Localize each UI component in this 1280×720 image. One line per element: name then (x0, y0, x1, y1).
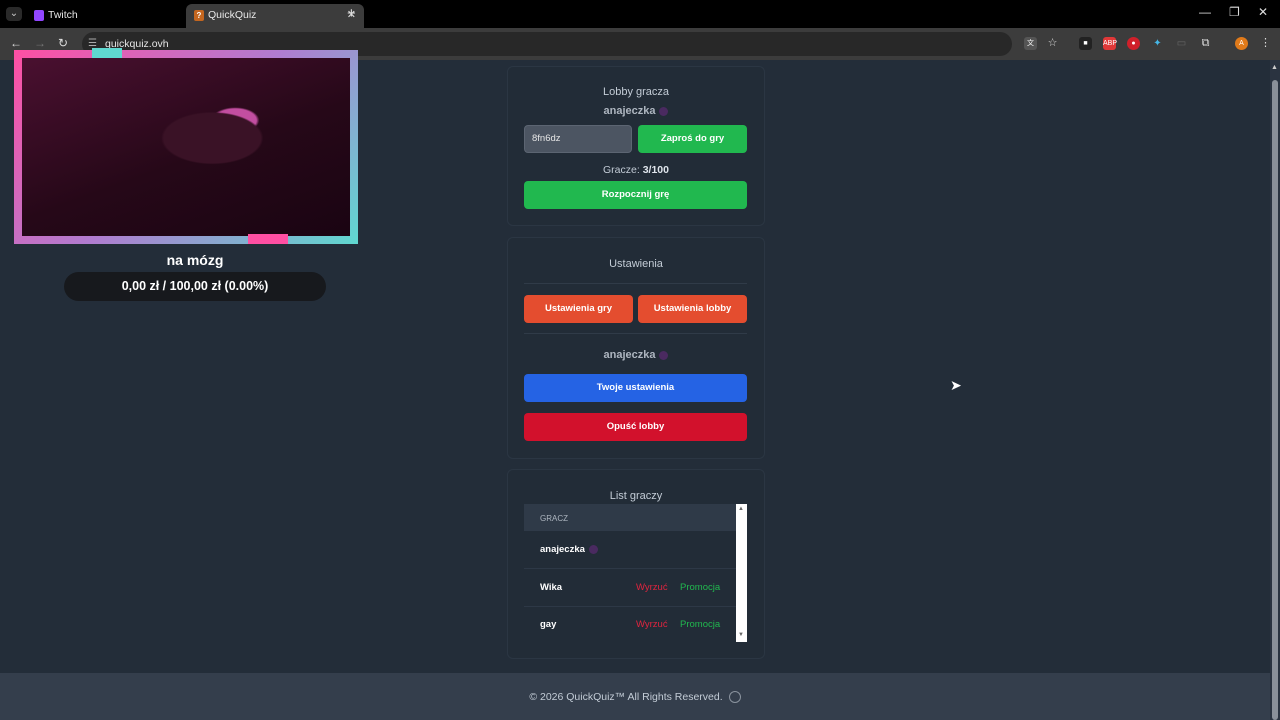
table-row: gay Wyrzuć Promocja (524, 606, 736, 642)
start-game-button[interactable]: Rozpocznij grę (524, 181, 747, 209)
webcam-video (22, 58, 350, 236)
current-user: anajeczka (508, 349, 764, 361)
tab-quickquiz[interactable]: ? QuickQuiz ✕ (186, 4, 364, 28)
translate-icon[interactable]: 文 (1024, 37, 1037, 50)
adblock-icon[interactable]: ABP (1103, 37, 1117, 50)
divider (524, 333, 747, 334)
minimize-icon[interactable]: — (1199, 5, 1211, 19)
scrollbar-thumb[interactable] (1272, 80, 1278, 720)
invite-button[interactable]: Zaproś do gry (638, 125, 747, 153)
promote-button[interactable]: Promocja (680, 619, 720, 630)
table-row: Wika Wyrzuć Promocja (524, 569, 736, 607)
twitch-icon (34, 10, 44, 21)
settings-title: Ustawienia (609, 258, 663, 270)
player-name: anajeczka (540, 544, 598, 555)
owner-name: anajeczka (603, 105, 656, 117)
extensions-puzzle-icon[interactable]: ⧉ (1199, 37, 1212, 50)
close-window-icon[interactable]: ✕ (1258, 5, 1268, 19)
restore-icon[interactable]: ❐ (1229, 5, 1240, 19)
current-user-name: anajeczka (603, 349, 656, 361)
kick-button[interactable]: Wyrzuć (636, 619, 668, 630)
footer: © 2026 QuickQuiz™ All Rights Reserved. (0, 673, 1270, 720)
frame-decoration (92, 48, 122, 58)
lobby-code-field[interactable]: 8fn6dz (524, 125, 632, 153)
leave-lobby-button[interactable]: Opuść lobby (524, 413, 747, 441)
browser-tab-bar: ⌄ Twitch ✕ ? QuickQuiz ✕ + — ❐ ✕ (0, 0, 1280, 28)
player-name: Wika (540, 582, 563, 593)
your-settings-button[interactable]: Twoje ustawienia (524, 374, 747, 402)
reload-icon[interactable]: ↻ (58, 36, 68, 50)
table-header: GRACZ (524, 504, 736, 531)
donation-goal: 0,00 zł / 100,00 zł (0.00%) (64, 272, 326, 301)
extension-icon[interactable]: ▭ (1175, 37, 1188, 50)
back-icon[interactable]: ← (10, 36, 22, 50)
lobby-owner: anajeczka (508, 105, 764, 117)
lobby-settings-button[interactable]: Ustawienia lobby (638, 295, 747, 323)
forward-icon[interactable]: → (34, 36, 46, 50)
user-badge-icon (588, 544, 598, 554)
lobby-card: Lobby gracza anajeczka 8fn6dz Zaproś do … (507, 66, 765, 226)
settings-card: Ustawienia Ustawienia gry Ustawienia lob… (507, 237, 765, 459)
extension-icon[interactable]: ✦ (1151, 37, 1164, 50)
divider (524, 283, 747, 284)
game-settings-button[interactable]: Ustawienia gry (524, 295, 633, 323)
user-badge-icon (659, 350, 669, 360)
lobby-title: Lobby gracza (602, 86, 670, 98)
quickquiz-icon: ? (194, 10, 204, 21)
players-count-value: 3/100 (642, 164, 669, 176)
webcam-overlay (14, 48, 358, 244)
scroll-up-icon[interactable]: ▲ (1271, 64, 1278, 71)
page-scrollbar[interactable]: ▲ (1270, 60, 1280, 720)
extension-icon[interactable]: ■ (1079, 37, 1092, 50)
players-card: List graczy GRACZ anajeczka Wika Wyrzuć … (507, 469, 765, 659)
scroll-down-icon[interactable]: ▼ (738, 632, 744, 638)
column-header-player: GRACZ (540, 514, 568, 523)
tab-label: QuickQuiz (208, 9, 257, 21)
tab-twitch[interactable]: Twitch ✕ (26, 4, 204, 28)
kick-button[interactable]: Wyrzuć (636, 582, 668, 593)
players-title: List graczy (609, 490, 663, 502)
new-tab-button[interactable]: + (347, 5, 356, 22)
extension-icon[interactable]: ● (1127, 37, 1140, 50)
profile-avatar[interactable]: A (1235, 37, 1248, 50)
promote-button[interactable]: Promocja (680, 582, 720, 593)
frame-decoration (248, 234, 288, 244)
tab-search-button[interactable]: ⌄ (6, 7, 22, 21)
player-name: gay (540, 619, 557, 630)
table-scrollbar[interactable]: ▲ ▼ (736, 504, 747, 642)
github-icon[interactable] (728, 691, 741, 704)
tab-label: Twitch (48, 9, 78, 21)
menu-kebab-icon[interactable]: ⋮ (1259, 37, 1272, 50)
table-row: anajeczka (524, 531, 736, 569)
players-table: GRACZ anajeczka Wika Wyrzuć Promocja gay… (524, 504, 747, 642)
footer-text: © 2026 QuickQuiz™ All Rights Reserved. (0, 691, 1270, 704)
user-badge-icon (659, 106, 669, 116)
mouse-cursor-icon: ➤ (950, 377, 962, 393)
scroll-up-icon[interactable]: ▲ (738, 506, 744, 512)
bookmark-star-icon[interactable]: ☆ (1046, 37, 1059, 50)
players-count: Gracze: 3/100 (508, 164, 764, 176)
players-count-label: Gracze: (603, 164, 640, 176)
stream-title: na mózg (166, 252, 224, 268)
